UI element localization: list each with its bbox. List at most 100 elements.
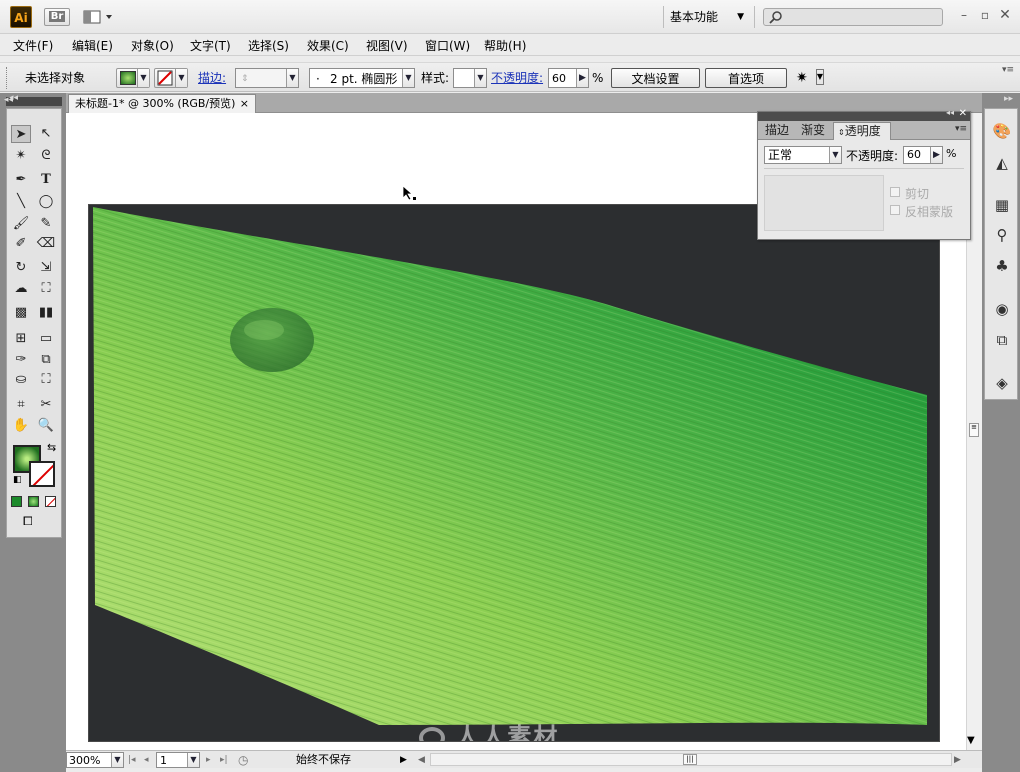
warp-tool[interactable]: ☁ <box>11 280 31 298</box>
slice-tool[interactable]: ✂ <box>36 396 56 414</box>
panel-menu-icon[interactable]: ▾≡ <box>955 124 967 134</box>
menu-select[interactable]: 选择(S) <box>248 37 289 54</box>
eyedropper-tool[interactable]: ✑ <box>11 351 31 369</box>
layers-panel-icon[interactable]: ◈ <box>990 373 1014 393</box>
hand-tool[interactable]: ✋ <box>11 417 31 435</box>
live-paint-selection-tool[interactable]: ⛶ <box>36 371 56 389</box>
stroke-color-dropdown[interactable]: ▼ <box>154 68 188 88</box>
illustrator-logo[interactable]: Ai <box>10 6 32 28</box>
zoom-tool[interactable]: 🔍 <box>36 417 56 435</box>
toolbox-header[interactable]: ◂◂ <box>6 93 62 106</box>
paintbrush-tool[interactable]: 🖌 <box>11 215 31 233</box>
selection-tool[interactable]: ➤ <box>11 125 31 143</box>
graphic-style-dropdown[interactable]: ▼ <box>453 68 487 88</box>
select-similar-button[interactable]: ✷ ▼ <box>796 68 826 88</box>
scroll-right-arrow[interactable]: ▶ <box>954 752 961 768</box>
color-panel-icon[interactable]: 🎨 <box>990 121 1014 141</box>
opacity-input[interactable]: 60 ▶ <box>548 68 589 88</box>
menu-object[interactable]: 对象(O) <box>131 37 174 54</box>
rotate-tool[interactable]: ↻ <box>11 259 31 277</box>
last-page-button[interactable]: ▸| <box>220 752 228 768</box>
next-page-button[interactable]: ▸ <box>206 752 211 768</box>
preferences-button[interactable]: 首选项 <box>705 68 787 88</box>
scroll-down-arrow[interactable]: ▼ <box>967 735 975 746</box>
zoom-dropdown[interactable]: 300% ▼ <box>66 752 124 768</box>
brush-definition-dropdown[interactable]: · 2 pt. 椭圆形 ▼ <box>309 68 415 88</box>
gradient-tool[interactable]: ▭ <box>36 330 56 348</box>
stroke-panel-link[interactable]: 描边: <box>198 68 226 88</box>
type-tool[interactable]: T <box>36 171 56 189</box>
artboard-tool[interactable]: ⌗ <box>11 396 31 414</box>
tab-stroke[interactable]: 描边 <box>761 122 793 140</box>
close-tab-button[interactable]: × <box>240 95 249 113</box>
minimize-button[interactable]: – <box>956 7 972 23</box>
scroll-left-arrow[interactable]: ◀ <box>418 752 425 768</box>
scale-tool[interactable]: ⇲ <box>36 259 56 277</box>
artboard-artwork[interactable]: 人人素材 <box>88 204 940 742</box>
color-guide-icon[interactable]: ◭ <box>990 153 1014 173</box>
panel-menu-icon[interactable]: ▾≡ <box>1002 65 1014 75</box>
eraser-tool[interactable]: ⌫ <box>36 235 56 253</box>
menu-file[interactable]: 文件(F) <box>13 37 53 54</box>
menu-effect[interactable]: 效果(C) <box>307 37 349 54</box>
status-menu-arrow[interactable]: ▶ <box>400 752 407 768</box>
magic-wand-tool[interactable]: ✴ <box>11 147 31 165</box>
column-graph-tool[interactable]: ▮▮ <box>36 304 56 322</box>
screen-mode-button[interactable]: ⧠ <box>23 514 45 528</box>
document-tab[interactable]: 未标题-1* @ 300% (RGB/预览) × <box>68 94 256 113</box>
blend-tool[interactable]: ⧉ <box>36 351 56 369</box>
bridge-button[interactable]: Br <box>44 8 70 26</box>
horizontal-scrollbar[interactable]: ||| <box>430 753 952 766</box>
brushes-panel-icon[interactable]: ⚲ <box>990 225 1014 245</box>
swatches-panel-icon[interactable]: ▦ <box>990 195 1014 215</box>
blend-mode-dropdown[interactable]: 正常 ▼ <box>764 146 842 164</box>
scroll-thumb[interactable]: ≡ <box>969 423 979 437</box>
mask-thumbnail[interactable] <box>764 175 884 231</box>
invert-mask-checkbox[interactable] <box>890 205 900 215</box>
free-transform-tool[interactable]: ⛶ <box>36 280 56 298</box>
mesh-tool[interactable]: ⊞ <box>11 330 31 348</box>
menu-window[interactable]: 窗口(W) <box>425 37 470 54</box>
fill-color-dropdown[interactable]: ▼ <box>116 68 150 88</box>
ellipse-tool[interactable]: ◯ <box>36 193 56 211</box>
close-window-button[interactable]: ✕ <box>997 7 1013 23</box>
panel-title-bar[interactable]: ◂◂ ✕ <box>758 108 970 121</box>
scroll-thumb[interactable]: ||| <box>683 754 697 765</box>
symbols-panel-icon[interactable]: ♣ <box>990 256 1014 276</box>
close-panel-icon[interactable]: ✕ <box>959 108 967 119</box>
pencil-tool[interactable]: ✎ <box>36 215 56 233</box>
maximize-button[interactable]: ▫ <box>977 7 993 23</box>
gradient-mode-button[interactable] <box>28 496 39 507</box>
first-page-button[interactable]: |◂ <box>128 752 136 768</box>
graphic-styles-icon[interactable]: ⧉ <box>990 330 1014 350</box>
lasso-tool[interactable]: ᘓ <box>36 147 56 165</box>
stroke-swatch[interactable] <box>29 461 55 487</box>
collapse-panel-icon[interactable]: ◂◂ <box>946 108 954 117</box>
color-mode-button[interactable] <box>11 496 22 507</box>
menu-edit[interactable]: 编辑(E) <box>72 37 113 54</box>
clip-checkbox[interactable] <box>890 187 900 197</box>
expand-icon[interactable]: ◂◂ <box>4 95 13 105</box>
none-mode-button[interactable] <box>45 496 56 507</box>
live-paint-bucket-tool[interactable]: ⛀ <box>11 371 31 389</box>
panel-opacity-input[interactable]: 60 ▶ <box>903 146 943 164</box>
default-fill-stroke-icon[interactable]: ◧ <box>13 475 22 485</box>
tab-transparency[interactable]: ⇕透明度 <box>833 122 891 140</box>
previous-page-button[interactable]: ◂ <box>144 752 149 768</box>
collapse-dock-icon[interactable]: ▸▸ <box>1004 94 1013 104</box>
page-number-dropdown[interactable]: 1 ▼ <box>156 752 200 768</box>
arrange-documents-button[interactable] <box>82 8 116 26</box>
menu-help[interactable]: 帮助(H) <box>484 37 526 54</box>
symbol-sprayer-tool[interactable]: ▩ <box>11 304 31 322</box>
direct-selection-tool[interactable]: ↖ <box>36 125 56 143</box>
menu-view[interactable]: 视图(V) <box>366 37 408 54</box>
blob-brush-tool[interactable]: ✐ <box>11 235 31 253</box>
tab-gradient[interactable]: 渐变 <box>797 122 829 140</box>
document-setup-button[interactable]: 文档设置 <box>611 68 700 88</box>
stroke-weight-field[interactable]: ⇕ ▼ <box>235 68 299 88</box>
appearance-panel-icon[interactable]: ◉ <box>990 299 1014 319</box>
line-segment-tool[interactable]: ╲ <box>11 193 31 211</box>
pen-tool[interactable]: ✒ <box>11 171 31 189</box>
menu-type[interactable]: 文字(T) <box>190 37 231 54</box>
swap-fill-stroke-icon[interactable]: ⇆ <box>47 441 56 454</box>
